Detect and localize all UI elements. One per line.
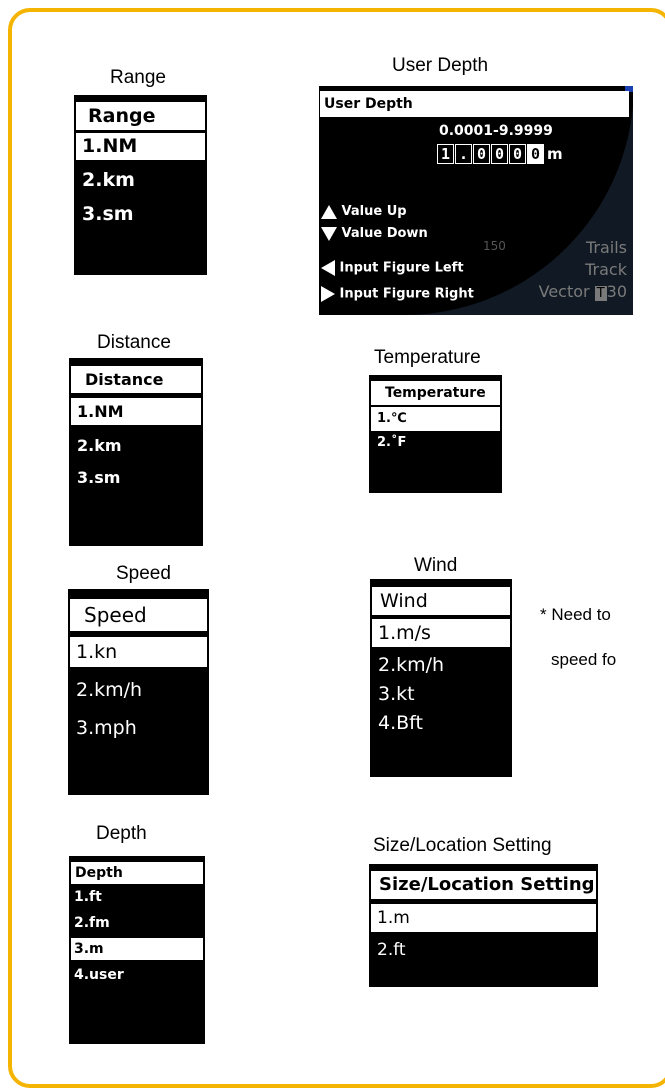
range-option-km[interactable]: 2.km <box>76 167 205 194</box>
unit-label: m <box>547 145 563 163</box>
range-menu-title: Range <box>76 102 205 130</box>
user-depth-dialog: User Depth 0.0001-9.9999 1.0000m Value U… <box>319 86 633 315</box>
wind-option-ms[interactable]: 1.m/s <box>372 619 510 647</box>
user-depth-title: User Depth <box>320 91 629 117</box>
triangle-left-icon <box>321 260 335 276</box>
size-location-menu: Size/Location Setting 1.m 2.ft <box>369 864 598 987</box>
wind-option-kt[interactable]: 3.kt <box>372 680 510 708</box>
radar-background <box>403 86 633 315</box>
wind-caption: Wind <box>414 555 458 576</box>
digit-1[interactable]: 1 <box>437 144 454 164</box>
speed-option-kmh[interactable]: 2.km/h <box>70 675 207 705</box>
depth-caption: Depth <box>96 823 147 844</box>
note-line-2: speed fo <box>551 650 617 669</box>
value-range-text: 0.0001-9.9999 <box>439 123 553 139</box>
digit-4[interactable]: 0 <box>509 144 526 164</box>
triangle-down-icon <box>321 226 337 241</box>
hint-value-up: Value Up <box>321 204 407 219</box>
triangle-up-icon <box>321 204 337 219</box>
range-menu: Range 1.NM 2.km 3.sm <box>74 95 207 275</box>
hint-figure-right: Input Figure Right <box>321 286 474 302</box>
size-location-menu-title: Size/Location Setting <box>371 871 596 899</box>
range-option-nm[interactable]: 1.NM <box>76 133 205 160</box>
digit-3[interactable]: 0 <box>491 144 508 164</box>
vector-badge: T <box>594 286 607 301</box>
user-depth-caption: User Depth <box>392 55 489 76</box>
size-location-caption: Size/Location Setting <box>373 835 552 856</box>
temperature-caption: Temperature <box>374 347 481 368</box>
size-location-option-ft[interactable]: 2.ft <box>371 936 596 964</box>
wind-menu: Wind 1.m/s 2.km/h 3.kt 4.Bft <box>370 579 512 777</box>
wind-menu-title: Wind <box>372 587 510 615</box>
speed-option-mph[interactable]: 3.mph <box>70 713 207 743</box>
track-label: Track <box>585 260 627 279</box>
depth-menu: Depth 1.ft 2.fm 3.m 4.user <box>69 856 205 1044</box>
distance-option-sm[interactable]: 3.sm <box>71 464 201 491</box>
speed-menu-title: Speed <box>70 599 207 631</box>
range-option-sm[interactable]: 3.sm <box>76 201 205 228</box>
depth-option-fm[interactable]: 2.fm <box>69 912 203 934</box>
distance-caption: Distance <box>97 332 171 353</box>
temperature-option-celsius[interactable]: 1.℃ <box>371 407 500 431</box>
depth-option-m[interactable]: 3.m <box>71 938 203 960</box>
distance-option-km[interactable]: 2.km <box>71 432 201 459</box>
distance-option-nm[interactable]: 1.NM <box>71 398 201 425</box>
wind-option-bft[interactable]: 4.Bft <box>372 709 510 737</box>
depth-menu-title: Depth <box>71 862 203 884</box>
temperature-menu-title: Temperature <box>371 381 500 405</box>
digit-decimal: . <box>455 144 472 164</box>
distance-menu-title: Distance <box>71 366 201 393</box>
triangle-right-icon <box>321 286 335 302</box>
temperature-menu: Temperature 1.℃ 2.˚F <box>369 375 502 493</box>
distance-menu: Distance 1.NM 2.km 3.sm <box>69 358 203 546</box>
hint-figure-left: Input Figure Left <box>321 260 464 276</box>
speed-menu: Speed 1.kn 2.km/h 3.mph <box>68 589 209 795</box>
size-location-option-m[interactable]: 1.m <box>371 904 596 932</box>
temperature-option-fahrenheit[interactable]: 2.˚F <box>371 431 500 455</box>
value-input[interactable]: 1.0000m <box>437 144 563 164</box>
speed-caption: Speed <box>116 563 171 584</box>
depth-option-ft[interactable]: 1.ft <box>69 886 203 908</box>
range-caption: Range <box>110 67 166 88</box>
hint-value-down: Value Down <box>321 226 428 241</box>
speed-option-kn[interactable]: 1.kn <box>70 637 207 667</box>
wind-option-kmh[interactable]: 2.km/h <box>372 651 510 679</box>
note-line-1: * Need to <box>540 605 611 624</box>
trails-label: Trails <box>585 238 627 257</box>
vector-label: Vector T 30 <box>538 282 627 301</box>
digit-2[interactable]: 0 <box>473 144 490 164</box>
scale-label: 150 <box>483 239 506 253</box>
depth-option-user[interactable]: 4.user <box>69 964 203 986</box>
digit-5-cursor[interactable]: 0 <box>527 144 544 164</box>
